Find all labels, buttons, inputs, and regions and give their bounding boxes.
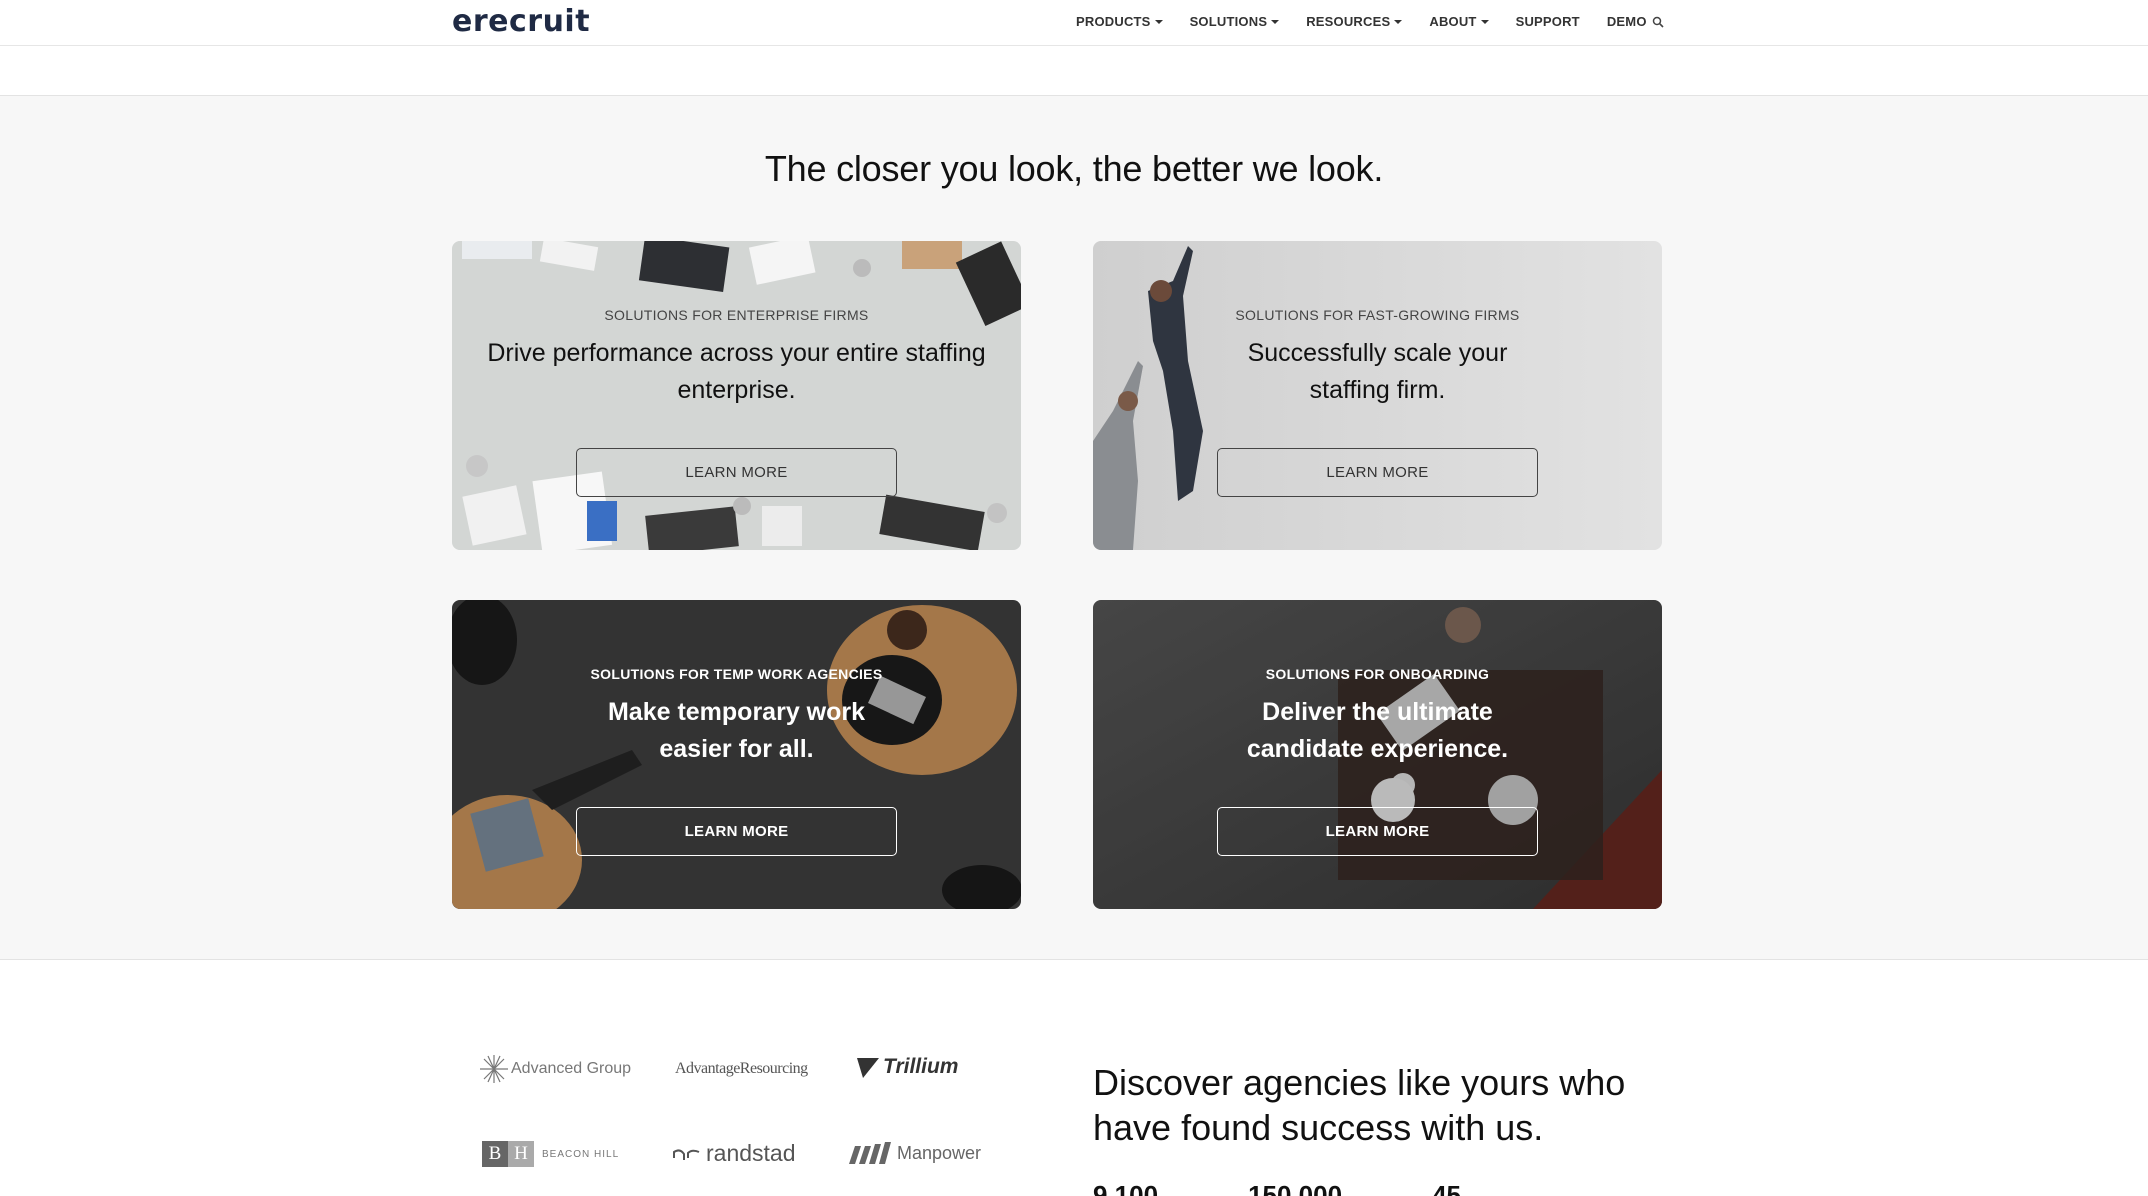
nav-solutions[interactable]: SOLUTIONS bbox=[1190, 14, 1280, 29]
main-nav: PRODUCTS SOLUTIONS RESOURCES ABOUT SUPPO… bbox=[1076, 14, 1674, 29]
card-enterprise: SOLUTIONS FOR ENTERPRISE FIRMS Drive per… bbox=[452, 241, 1021, 550]
nav-solutions-label: SOLUTIONS bbox=[1189, 14, 1268, 29]
starburst-icon bbox=[480, 1055, 508, 1083]
beacon-hill-logo: B H BEACON HILL bbox=[482, 1141, 619, 1167]
learn-more-button[interactable]: LEARN MORE bbox=[576, 448, 897, 497]
learn-more-button[interactable]: LEARN MORE bbox=[576, 807, 897, 856]
search-icon[interactable] bbox=[1652, 16, 1664, 28]
chevron-down-icon bbox=[1480, 19, 1489, 24]
advantage-resourcing-logo: AdvantageResourcing bbox=[675, 1060, 808, 1078]
stat-value: 150,000 bbox=[1248, 1180, 1343, 1196]
nav-support-label: SUPPORT bbox=[1515, 14, 1580, 29]
card-eyebrow: SOLUTIONS FOR ONBOARDING bbox=[1265, 666, 1490, 682]
nav-products-label: PRODUCTS bbox=[1076, 14, 1151, 29]
advantage-resourcing-logo-text: AdvantageResourcing bbox=[675, 1060, 808, 1077]
nav-demo[interactable]: DEMO bbox=[1607, 14, 1647, 29]
sub-header-bar bbox=[0, 46, 2148, 96]
card-headline: Deliver the ultimate candidate experienc… bbox=[1246, 698, 1509, 763]
solutions-section: The closer you look, the better we look.… bbox=[0, 96, 2148, 960]
chevron-down-icon bbox=[1154, 19, 1163, 24]
card-eyebrow: SOLUTIONS FOR ENTERPRISE FIRMS bbox=[604, 307, 869, 323]
manpower-logo: Manpower bbox=[847, 1140, 981, 1166]
card-headline: Make temporary work easier for all. bbox=[607, 698, 866, 763]
advanced-group-logo: Advanced Group bbox=[479, 1054, 631, 1084]
customer-logos: Advanced Group AdvantageResourcing Trill… bbox=[452, 1040, 1012, 1196]
card-onboarding: SOLUTIONS FOR ONBOARDING Deliver the ult… bbox=[1093, 600, 1662, 909]
stat-value: 9,100 bbox=[1093, 1180, 1159, 1196]
chevron-down-icon bbox=[1394, 19, 1403, 24]
card-headline: Successfully scale your staffing firm. bbox=[1247, 339, 1508, 404]
nav-support[interactable]: SUPPORT bbox=[1516, 14, 1580, 29]
learn-more-button[interactable]: LEARN MORE bbox=[1217, 807, 1538, 856]
card-headline: Drive performance across your entire sta… bbox=[487, 339, 986, 404]
card-eyebrow: SOLUTIONS FOR FAST-GROWING FIRMS bbox=[1235, 307, 1520, 323]
card-temp-work: SOLUTIONS FOR TEMP WORK AGENCIES Make te… bbox=[452, 600, 1021, 909]
beacon-hill-logo-text: BEACON HILL bbox=[542, 1148, 620, 1160]
card-fast-growing: SOLUTIONS FOR FAST-GROWING FIRMS Success… bbox=[1093, 241, 1662, 550]
chevron-down-icon bbox=[1271, 19, 1280, 24]
nav-about-label: ABOUT bbox=[1429, 14, 1477, 29]
nav-resources-label: RESOURCES bbox=[1306, 14, 1391, 29]
stats-row: 9,100 150,000 45 bbox=[1093, 1180, 1461, 1196]
randstad-mark-icon bbox=[673, 1148, 700, 1160]
nav-about[interactable]: ABOUT bbox=[1429, 14, 1489, 29]
nav-demo-label: DEMO bbox=[1606, 14, 1647, 29]
section-title: The closer you look, the better we look. bbox=[764, 148, 1384, 189]
card-eyebrow: SOLUTIONS FOR TEMP WORK AGENCIES bbox=[590, 666, 883, 682]
trillium-logo-text: Trillium bbox=[883, 1055, 959, 1078]
nav-resources[interactable]: RESOURCES bbox=[1306, 14, 1403, 29]
trillium-mark-icon bbox=[857, 1058, 879, 1078]
manpower-mark-icon bbox=[849, 1142, 891, 1164]
erecruit-logo[interactable]: erecruit bbox=[452, 4, 590, 39]
site-header: erecruit PRODUCTS SOLUTIONS RESOURCES AB… bbox=[0, 0, 2148, 46]
advanced-group-logo-text: Advanced Group bbox=[511, 1060, 632, 1077]
discover-heading: Discover agencies like yours who have fo… bbox=[1093, 1062, 1626, 1148]
learn-more-button[interactable]: LEARN MORE bbox=[1217, 448, 1538, 497]
randstad-logo-text: randstad bbox=[706, 1140, 796, 1166]
stat-value: 45 bbox=[1432, 1180, 1461, 1196]
randstad-logo: randstad bbox=[672, 1140, 796, 1167]
trillium-logo: Trillium bbox=[855, 1054, 958, 1080]
nav-products[interactable]: PRODUCTS bbox=[1076, 14, 1163, 29]
beacon-hill-mark-icon: B H bbox=[482, 1141, 534, 1167]
manpower-logo-text: Manpower bbox=[897, 1142, 982, 1163]
